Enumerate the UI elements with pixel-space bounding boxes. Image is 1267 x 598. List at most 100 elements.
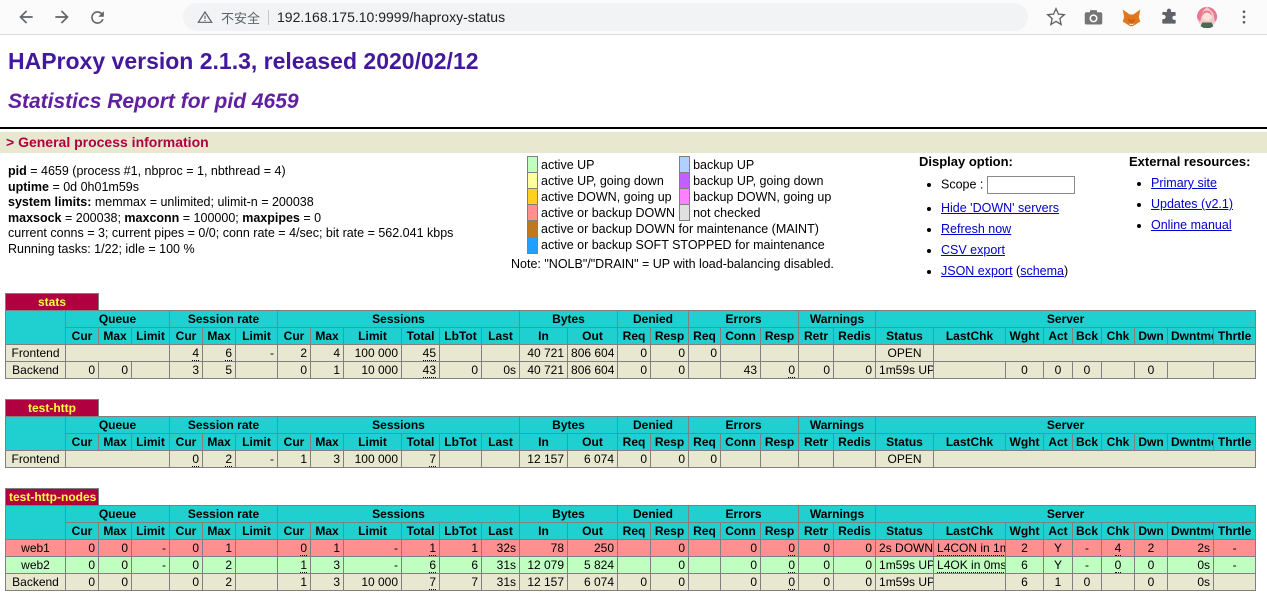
text-segment: = 0: [300, 211, 321, 225]
page-title[interactable]: HAProxy version 2.1.3, released 2020/02/…: [8, 48, 1267, 75]
column-rate-cur: Cur: [170, 328, 203, 345]
column-wredis: Redis: [834, 523, 876, 540]
cell-rate-cur: 0: [170, 557, 203, 574]
cell-rate-lim: [236, 362, 278, 379]
column-smax: Max: [311, 328, 344, 345]
cell-smax: 3: [311, 557, 344, 574]
cell-qcur: [66, 451, 170, 468]
bookmark-star-icon[interactable]: [1046, 7, 1066, 27]
list-item: Hide 'DOWN' servers: [941, 201, 1075, 215]
cell-stot: 45: [402, 345, 440, 362]
cell-rate-cur: 3: [170, 362, 203, 379]
cell-slim: 100 000: [344, 451, 402, 468]
text-segment: pid: [8, 164, 27, 178]
column-group-denied: Denied: [618, 506, 689, 523]
profile-avatar[interactable]: [1196, 6, 1218, 28]
column-qcur: Cur: [66, 523, 99, 540]
column-stot: Total: [402, 523, 440, 540]
list-item: Updates (v2.1): [1151, 197, 1250, 211]
hide-down-servers-link[interactable]: Hide 'DOWN' servers: [941, 201, 1059, 215]
table-row-web2: web200-0213-6631s12 0795 824000001m59s U…: [6, 557, 1256, 574]
cell-status: OPEN: [876, 451, 934, 468]
text-segment: maxpipes: [242, 211, 300, 225]
menu-dots-icon[interactable]: [1235, 8, 1253, 26]
column-qcur: Cur: [66, 328, 99, 345]
refresh-now-link[interactable]: Refresh now: [941, 222, 1011, 236]
cell-qlim: -: [132, 557, 170, 574]
cell-qcur: 0: [66, 557, 99, 574]
column-econ: Conn: [721, 328, 761, 345]
cell-qmax: 0: [99, 540, 132, 557]
text-segment: maxsock: [8, 211, 62, 225]
column-qlim: Limit: [132, 434, 170, 451]
reload-icon[interactable]: [88, 8, 107, 27]
forward-icon[interactable]: [52, 7, 72, 27]
proxy-table-test-http: test-httpQueueSession rateSessionsBytesD…: [5, 399, 1256, 468]
column-slim: Limit: [344, 523, 402, 540]
proxy-name[interactable]: test-http: [6, 400, 99, 417]
online-manual-link[interactable]: Online manual: [1151, 218, 1232, 232]
cell-chk: 0: [1102, 557, 1135, 574]
extensions-puzzle-icon[interactable]: [1159, 7, 1179, 27]
column-dresp: Resp: [651, 328, 689, 345]
cell-scur: 1: [278, 574, 311, 591]
scope-input[interactable]: [987, 176, 1075, 194]
table-row-frontend: Frontend02-13100 000712 1576 074000OPEN: [6, 451, 1256, 468]
cell-act: Y: [1044, 557, 1073, 574]
updates-link[interactable]: Updates (v2.1): [1151, 197, 1233, 211]
cell-qcur: 0: [66, 362, 99, 379]
column-qmax: Max: [99, 434, 132, 451]
cell-act: 0: [1044, 362, 1073, 379]
legend-note: Note: "NOLB"/"DRAIN" = UP with load-bala…: [511, 257, 835, 271]
process-info-line: pid = 4659 (process #1, nbproc = 1, nbth…: [8, 164, 453, 180]
cell-last: [482, 345, 520, 362]
primary-site-link[interactable]: Primary site: [1151, 176, 1217, 190]
text-segment: Running tasks: 1/22; idle = 100 %: [8, 242, 195, 256]
process-info-line: current conns = 3; current pipes = 0/0; …: [8, 226, 453, 242]
json-schema-link[interactable]: schema: [1020, 264, 1064, 278]
cell-dresp: 0: [651, 345, 689, 362]
not-secure-warning-icon[interactable]: [197, 9, 213, 25]
column-slim: Limit: [344, 328, 402, 345]
row-name: Backend: [6, 362, 66, 379]
url-text[interactable]: 192.168.175.10:9999/haproxy-status: [277, 9, 505, 25]
cell-lbtot: 1: [440, 540, 482, 557]
cell-wretr: [799, 345, 834, 362]
column-eresp: Resp: [761, 434, 799, 451]
cell-slim: 10 000: [344, 574, 402, 591]
json-export-link[interactable]: JSON export: [941, 264, 1013, 278]
column-group-warnings: Warnings: [799, 417, 876, 434]
column-dwntme: Dwntme: [1168, 328, 1214, 345]
column-rate-max: Max: [203, 434, 236, 451]
cell-smax: 1: [311, 362, 344, 379]
status-legend: active UP backup UP active UP, going dow…: [527, 156, 835, 271]
column-qlim: Limit: [132, 523, 170, 540]
column-chk: Chk: [1102, 523, 1135, 540]
column-group-session-rate: Session rate: [170, 506, 278, 523]
metamask-fox-icon[interactable]: [1121, 7, 1142, 28]
cell-scur: 0: [278, 540, 311, 557]
cell-stot: 7: [402, 574, 440, 591]
cell-rate-cur: 0: [170, 540, 203, 557]
column-group-denied: Denied: [618, 417, 689, 434]
cell-dwntme: 0s: [1168, 574, 1214, 591]
column-group-server: Server: [876, 506, 1256, 523]
column-ereq: Req: [689, 434, 721, 451]
back-icon[interactable]: [16, 7, 36, 27]
column-bck: Bck: [1073, 434, 1102, 451]
cell-lastchk: L4CON in 1ms: [934, 540, 1006, 557]
csv-export-link[interactable]: CSV export: [941, 243, 1005, 257]
cell-dreq: [618, 540, 651, 557]
cell-qmax: 0: [99, 557, 132, 574]
cell-dreq: 0: [618, 362, 651, 379]
camera-extension-icon[interactable]: [1083, 7, 1104, 28]
row-name: web1: [6, 540, 66, 557]
security-label[interactable]: 不安全: [221, 8, 260, 27]
text-segment: memmax = unlimited; ulimit-n = 200038: [91, 195, 313, 209]
list-item: Online manual: [1151, 218, 1250, 232]
address-bar[interactable]: 不安全 192.168.175.10:9999/haproxy-status: [183, 3, 1028, 31]
proxy-name[interactable]: stats: [6, 294, 99, 311]
row-name: Frontend: [6, 451, 66, 468]
proxy-name[interactable]: test-http-nodes: [6, 489, 99, 506]
cell-dwntme: 2s: [1168, 540, 1214, 557]
